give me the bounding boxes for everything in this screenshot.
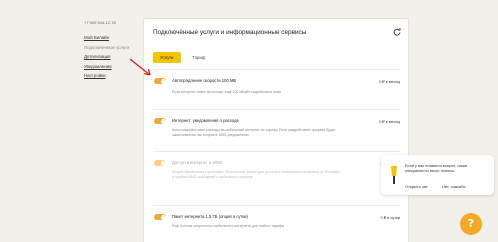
help-popup: Если у вас появятся вопрос, наши специал…	[381, 155, 494, 195]
service-name[interactable]: Доступ в интернет и MMS	[172, 160, 222, 165]
service-name[interactable]: Пакет интернета 1,5 ГБ (опция в сутки)	[172, 214, 248, 219]
tab-tariff[interactable]: Тариф	[185, 52, 212, 63]
service-name[interactable]: Автопродление скорости 100 МБ	[172, 78, 236, 83]
toggle-knob	[160, 160, 166, 166]
red-arrow-annotation	[129, 58, 151, 76]
service-description: Услуга обязательна к установке. Бесплатн…	[172, 170, 341, 180]
service-toggle[interactable]	[154, 78, 166, 84]
toggle-knob	[160, 78, 166, 84]
beeline-figure-icon	[391, 166, 397, 184]
toggle-knob	[160, 214, 166, 220]
sidebar-item-label: Мой Билайн	[84, 35, 110, 40]
services-card: Подключённые услуги и информационные сер…	[143, 18, 409, 242]
service-description: Если интернет-пакет на исходе, ещё 100 М…	[172, 90, 281, 94]
service-price: 0 ₽ в месяц	[378, 119, 400, 124]
service-toggle[interactable]	[154, 160, 166, 166]
service-description: Еще больше скоростного мобильного интерн…	[172, 224, 284, 228]
toggle-knob	[160, 118, 166, 124]
no-thanks-button[interactable]: Нет, спасибо	[442, 184, 466, 189]
help-button[interactable]: ?	[460, 213, 482, 235]
popup-message: Если у вас появятся вопрос, наши специал…	[405, 163, 467, 173]
service-price: 0 ₽ в сутки	[380, 215, 401, 220]
service-price: 0 ₽ в месяц	[378, 79, 400, 84]
sidebar-item-label: Детализация	[84, 54, 111, 59]
sidebar-item-label: Подключенные услуги	[84, 44, 130, 50]
sidebar-item-label: Уведомления	[84, 63, 112, 69]
service-toggle[interactable]	[154, 214, 166, 220]
divider	[153, 69, 400, 70]
open-chat-button[interactable]: Открыть чат	[405, 184, 428, 189]
divider	[153, 205, 400, 206]
sidebar-item-label: Настройки	[84, 73, 106, 78]
page-title: Подключённые услуги и информационные сер…	[153, 29, 307, 36]
tab-services[interactable]: Услуги	[153, 52, 181, 63]
sidebar-item-connected-services[interactable]: Подключенные услуги	[84, 45, 139, 50]
phone-number: +7 905 544-12-78	[84, 20, 116, 25]
service-toggle[interactable]	[154, 118, 166, 124]
service-name[interactable]: Интернет: уведомления о расходе	[172, 118, 239, 123]
service-description: Контролируйте свои расходы на мобильный …	[172, 128, 336, 138]
divider	[153, 109, 400, 110]
divider	[153, 151, 400, 152]
page: +7 905 544-12-78 Мой Билайн Подключенные…	[0, 0, 498, 242]
sidebar-item-my-beeline[interactable]: Мой Билайн	[84, 35, 139, 40]
tabs: Услуги Тариф	[153, 52, 212, 63]
refresh-icon[interactable]	[393, 28, 401, 36]
